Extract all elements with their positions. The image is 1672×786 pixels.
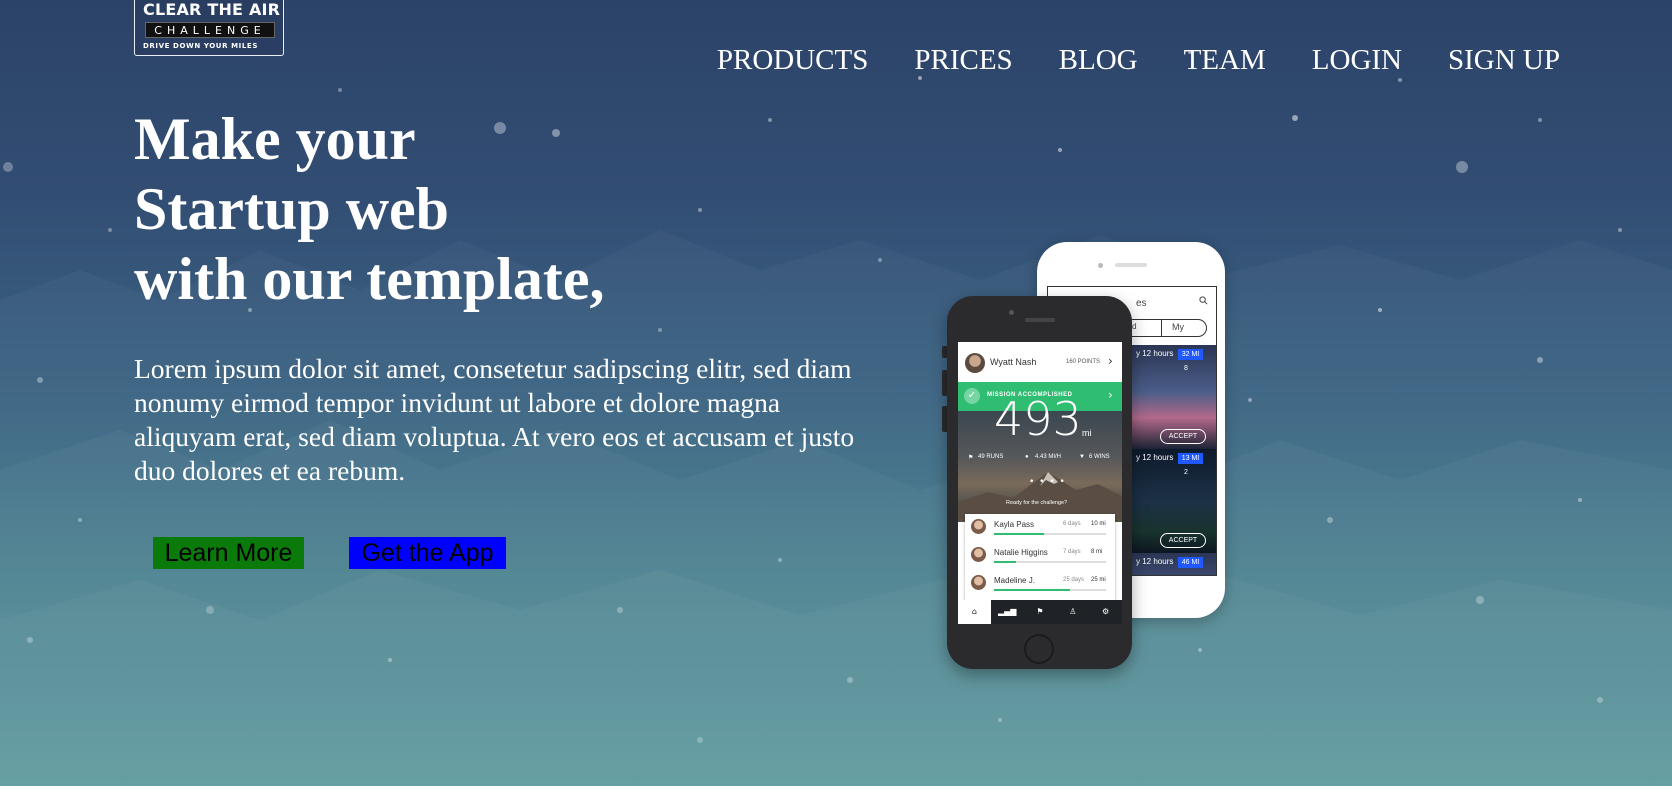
leader-days: 25 days [1063,577,1085,583]
nav-link-login[interactable]: LOGIN [1312,44,1402,77]
hero-headline: Make your Startup web with our template, [134,104,605,314]
phone-front-screen: Wyatt Nash 160 POINTS › ✓ MISSION ACCOMP… [958,342,1122,624]
hero-headline-line: Startup web [134,176,450,242]
hero-headline-line: Make your [134,106,416,172]
progress-bar [994,561,1106,563]
accept-button: ACCEPT [1160,533,1206,548]
user-name: Wyatt Nash [990,357,1037,367]
leader-name: Madeline J. [994,576,1035,585]
leader-miles: 10 mi [1091,521,1106,527]
brand-logo-subtitle: CHALLENGE [145,22,275,38]
list-item: Natalie Higgins 7 days 8 mi [965,542,1115,569]
user-points: 160 POINTS [1066,359,1101,365]
avatar [971,547,986,562]
nav-link-products[interactable]: PRODUCTS [717,44,869,77]
gear-icon: ⚙ [1102,607,1110,616]
distance-value: 493 [994,392,1082,446]
phone-home-button [1024,634,1054,664]
distance-badge: 32 MI [1178,349,1203,360]
brand-logo[interactable]: CLEAR THE AIR CHALLENGE DRIVE DOWN YOUR … [134,0,284,56]
leader-name: Natalie Higgins [994,548,1048,557]
avatar [971,519,986,534]
chevron-right-icon: › [1108,388,1113,402]
leader-days: 6 days [1063,521,1081,527]
distance-badge: 13 MI [1178,453,1203,464]
flag-icon: ⚑ [968,455,974,461]
leader-name: Kayla Pass [994,520,1035,529]
speed-icon: ● [1025,454,1029,460]
challenge-meta: y 12 hours [1136,557,1174,566]
progress-fill [994,533,1045,535]
search-icon [1199,296,1208,308]
nav-link-prices[interactable]: PRICES [914,44,1012,77]
phone-mockup-front: Wyatt Nash 160 POINTS › ✓ MISSION ACCOMP… [947,296,1132,669]
distance-badge: 46 MI [1178,557,1203,568]
nav-link-sign-up[interactable]: SIGN UP [1448,44,1560,77]
nav-link-blog[interactable]: BLOG [1059,44,1138,77]
challenge-meta: y 12 hours [1136,453,1174,462]
progress-fill [994,589,1071,591]
leader-miles: 8 mi [1091,549,1103,555]
mountain-illustration [958,472,1122,522]
person-icon: ♙ [1069,607,1077,616]
phone-camera [1009,310,1014,315]
get-the-app-button[interactable]: Get the App [349,537,506,569]
progress-fill [994,561,1017,563]
app-tab-bar: ⌂ ▂▄▆ ⚑ ♙ ⚙ [958,600,1122,624]
list-item: Kayla Pass 6 days 10 mi [965,514,1115,541]
trophy-icon: ▼ [1079,454,1085,460]
tab-my: My [1172,322,1184,332]
nav-link-team[interactable]: TEAM [1184,44,1266,77]
user-header: Wyatt Nash 160 POINTS › [958,342,1122,382]
participants-count: 8 [1184,365,1188,372]
hero-intro-text: Lorem ipsum dolor sit amet, consetetur s… [134,353,855,486]
brand-logo-tagline: DRIVE DOWN YOUR MILES [143,42,258,50]
chevron-right-icon: › [1108,354,1113,368]
flag-icon: ⚑ [1036,607,1044,616]
leaderboard-list: Kayla Pass 6 days 10 mi Natalie Higgins … [965,514,1115,600]
stat-runs: 49 RUNS [978,454,1004,460]
avatar [965,353,985,373]
progress-bar [994,589,1106,591]
phone-speaker [1115,263,1147,267]
avatar [971,575,986,590]
phone-speaker [1025,318,1055,322]
stat-wins: 6 WINS [1089,454,1110,460]
stat-speed: 4.43 MI/H [1035,454,1062,460]
challenge-tabs: d My [1123,319,1207,337]
list-item: Madeline J. 25 days 25 mi [965,570,1115,597]
home-icon: ⌂ [958,600,991,624]
challenges-title: es [1136,298,1147,309]
challenge-meta: y 12 hours [1136,349,1174,358]
leader-miles: 25 mi [1091,577,1106,583]
hero-headline-line: with our template, [134,246,605,312]
check-icon: ✓ [964,388,980,404]
main-nav: PRODUCTS PRICES BLOG TEAM LOGIN SIGN UP [717,44,1560,77]
distance-unit: mi [1082,428,1092,438]
progress-bar [994,533,1106,535]
ready-text: Ready for the challenge? [1006,500,1068,506]
leader-days: 7 days [1063,549,1081,555]
accept-button: ACCEPT [1160,429,1206,444]
learn-more-button[interactable]: Learn More [153,537,304,569]
brand-logo-title: CLEAR THE AIR [143,0,281,19]
phone-camera [1098,263,1103,268]
tab-left: d [1132,322,1137,331]
stats-icon: ▂▄▆ [997,607,1017,616]
page-dots: • • • • [1029,477,1066,487]
participants-count: 2 [1184,469,1188,476]
